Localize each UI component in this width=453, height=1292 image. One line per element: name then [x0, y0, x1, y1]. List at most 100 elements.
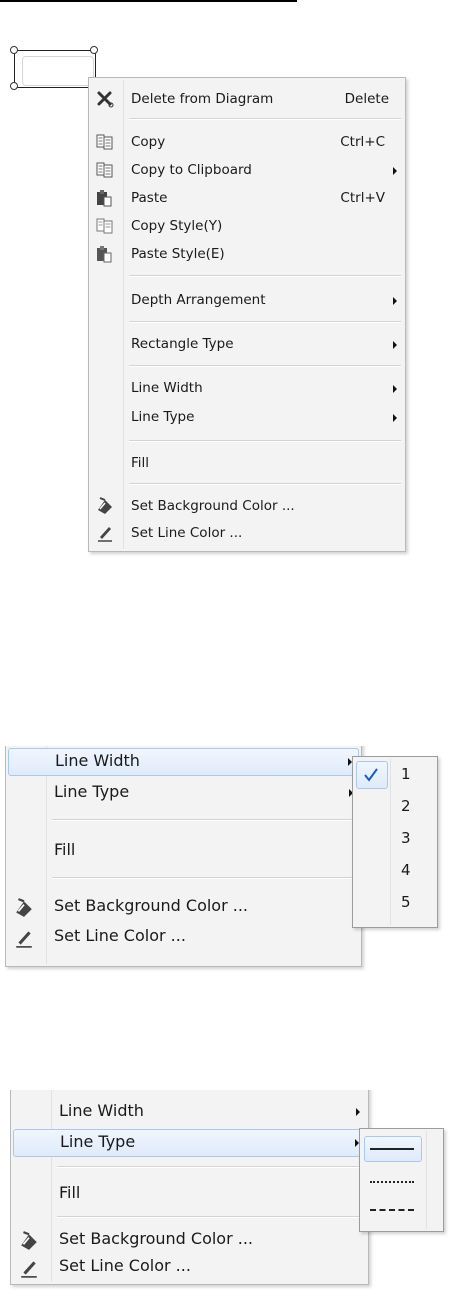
menu-item-label: Copy to Clipboard: [131, 162, 252, 178]
menu-item-fill[interactable]: Fill: [8, 838, 359, 864]
top-rule: [0, 0, 297, 2]
menu-item-rectangle-type[interactable]: Rectangle Type: [91, 332, 403, 356]
menu-separator: [129, 321, 401, 323]
menu-item-line-width[interactable]: Line Width: [91, 376, 403, 400]
menu-item-shortcut: Ctrl+V: [340, 190, 385, 206]
menu-item-label: Paste: [131, 190, 168, 206]
line-width-option-4[interactable]: 4: [401, 861, 411, 879]
line-type-dotted-option[interactable]: [370, 1181, 414, 1183]
copy-clipboard-icon: [96, 161, 114, 179]
line-type-dashed-option[interactable]: [370, 1209, 414, 1211]
resize-handle-bottom-left[interactable]: [10, 82, 18, 90]
copy-style-icon: [96, 217, 114, 235]
pencil-icon: [14, 928, 32, 948]
menu-item-label: Line Width: [55, 751, 140, 770]
menu-item-label: Line Width: [131, 380, 203, 396]
menu-item-set-background-color[interactable]: Set Background Color ...: [91, 494, 403, 518]
menu-item-label: Copy Style(Y): [131, 218, 223, 234]
paste-style-icon: [96, 245, 114, 263]
submenu-arrow-icon: [393, 341, 397, 349]
menu-item-delete-from-diagram[interactable]: Delete from Diagram Delete: [91, 87, 403, 111]
paste-icon: [96, 189, 114, 207]
context-menu: Delete from Diagram Delete Copy Ctrl+C C…: [88, 77, 406, 552]
context-menu-partial: Line Width Line Type Fill Set Background…: [5, 746, 362, 967]
menu-item-copy[interactable]: Copy Ctrl+C: [91, 130, 403, 154]
submenu-arrow-icon: [393, 385, 397, 393]
menu-item-label: Paste Style(E): [131, 246, 225, 262]
menu-item-paste[interactable]: Paste Ctrl+V: [91, 186, 403, 210]
menu-item-copy-style[interactable]: Copy Style(Y): [91, 214, 403, 238]
menu-item-label: Rectangle Type: [131, 336, 234, 352]
menu-item-copy-to-clipboard[interactable]: Copy to Clipboard: [91, 158, 403, 182]
menu-item-label: Fill: [59, 1183, 81, 1202]
menu-item-label: Set Line Color ...: [131, 525, 243, 541]
menu-item-shortcut: Delete: [344, 91, 389, 107]
menu-item-label: Depth Arrangement: [131, 292, 266, 308]
menu-item-label: Fill: [131, 455, 150, 471]
menu-separator: [129, 483, 401, 485]
menu-separator: [129, 118, 401, 120]
menu-item-line-width-highlighted[interactable]: Line Width: [8, 748, 359, 776]
menu-item-set-background-color[interactable]: Set Background Color ...: [13, 1227, 366, 1253]
line-width-option-3[interactable]: 3: [401, 829, 411, 847]
menu-separator: [52, 877, 357, 879]
menu-item-label: Set Background Color ...: [54, 896, 249, 915]
menu-item-label: Set Background Color ...: [59, 1229, 254, 1248]
selected-rectangle-shape[interactable]: [10, 46, 98, 90]
menu-separator: [129, 275, 401, 277]
menu-item-line-type[interactable]: Line Type: [91, 405, 403, 429]
menu-item-set-line-color[interactable]: Set Line Color ...: [8, 924, 359, 950]
menu-separator: [57, 1216, 364, 1218]
submenu-arrow-icon: [393, 414, 397, 422]
submenu-arrow-icon: [393, 297, 397, 305]
menu-separator: [129, 440, 401, 442]
submenu-arrow-icon: [393, 167, 397, 175]
menu-item-label: Set Line Color ...: [54, 926, 186, 945]
pencil-icon: [19, 1258, 37, 1278]
menu-separator: [129, 365, 401, 367]
resize-handle-top-left[interactable]: [10, 46, 18, 54]
menu-item-line-type[interactable]: Line Type: [8, 780, 359, 806]
menu-item-label: Line Type: [60, 1132, 136, 1151]
menu-item-paste-style[interactable]: Paste Style(E): [91, 242, 403, 266]
line-type-solid-option[interactable]: [370, 1148, 414, 1150]
menu-item-fill[interactable]: Fill: [91, 451, 403, 475]
menu-item-shortcut: Ctrl+C: [340, 134, 385, 150]
pencil-icon: [96, 524, 114, 542]
submenu-arrow-icon: [356, 1108, 360, 1116]
menu-item-label: Copy: [131, 134, 166, 150]
line-width-option-1[interactable]: 1: [401, 765, 411, 783]
submenu-gutter: [426, 1131, 427, 1229]
rectangle-inner-shadow: [22, 56, 94, 86]
line-width-submenu-screenshot: Line Width Line Type Fill Set Background…: [5, 746, 445, 976]
menu-item-set-line-color[interactable]: Set Line Color ...: [13, 1254, 366, 1280]
submenu-icon-gutter: [390, 759, 391, 925]
menu-item-fill[interactable]: Fill: [13, 1181, 366, 1207]
menu-item-line-width[interactable]: Line Width: [13, 1099, 366, 1125]
check-mark-icon: [364, 768, 378, 782]
menu-item-label: Fill: [54, 840, 76, 859]
menu-item-label: Line Type: [131, 409, 195, 425]
line-type-submenu: [359, 1128, 444, 1232]
line-type-submenu-screenshot: Line Width Line Type Fill Set Background…: [10, 1090, 450, 1290]
line-width-option-2[interactable]: 2: [401, 797, 411, 815]
paint-bucket-icon: [96, 497, 114, 515]
menu-item-line-type-highlighted[interactable]: Line Type: [13, 1129, 366, 1157]
context-menu-partial: Line Width Line Type Fill Set Background…: [10, 1090, 369, 1285]
menu-item-label: Line Width: [59, 1101, 144, 1120]
paint-bucket-icon: [19, 1231, 37, 1250]
menu-item-label: Delete from Diagram: [131, 91, 274, 107]
delete-x-icon: [96, 90, 114, 108]
menu-item-set-line-color[interactable]: Set Line Color ...: [91, 521, 403, 545]
menu-item-label: Line Type: [54, 782, 130, 801]
menu-item-depth-arrangement[interactable]: Depth Arrangement: [91, 288, 403, 312]
menu-item-label: Set Background Color ...: [131, 498, 295, 514]
line-width-submenu: 1 2 3 4 5: [352, 756, 438, 928]
menu-item-set-background-color[interactable]: Set Background Color ...: [8, 894, 359, 920]
paint-bucket-icon: [14, 898, 32, 917]
menu-item-label: Set Line Color ...: [59, 1256, 191, 1275]
line-width-option-5[interactable]: 5: [401, 893, 411, 911]
copy-icon: [96, 133, 114, 151]
resize-handle-top-right[interactable]: [90, 46, 98, 54]
menu-separator: [57, 1166, 364, 1168]
